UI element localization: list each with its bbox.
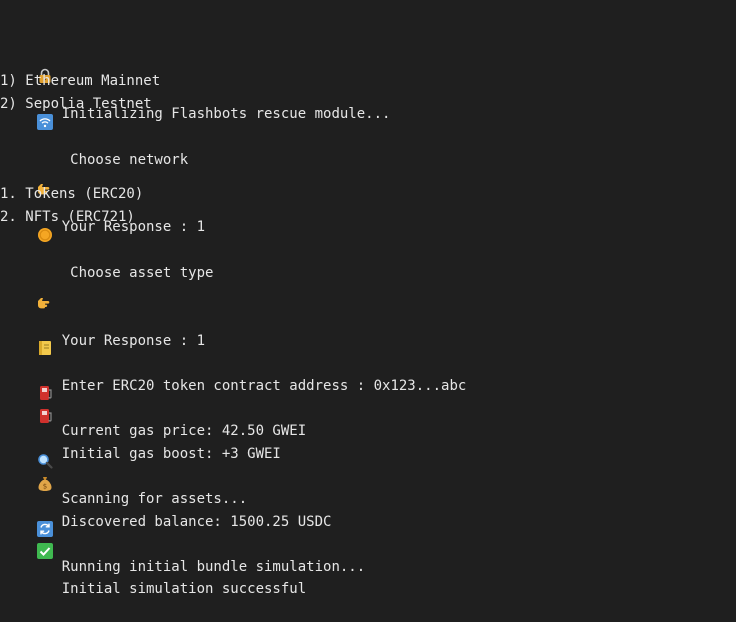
terminal-line: 1) Ethereum Mainnet bbox=[0, 70, 160, 92]
fuel-pump-icon bbox=[37, 364, 53, 423]
pointing-hand-icon bbox=[37, 251, 53, 309]
terminal-line: Initial simulation successful bbox=[0, 477, 306, 597]
terminal-line: $ Discovered balance: 1500.25 USDC bbox=[0, 410, 331, 530]
pointing-hand-icon bbox=[37, 137, 53, 195]
terminal-line: Your Response : 1 bbox=[0, 229, 205, 349]
line-text: Running initial bundle simulation... bbox=[61, 559, 366, 575]
terminal-line: Running initial bundle simulation... bbox=[0, 455, 365, 575]
money-bag-icon: $ bbox=[37, 432, 53, 491]
menu-option-sepolia-testnet: 2) Sepolia Testnet bbox=[0, 96, 152, 112]
lock-icon bbox=[37, 24, 53, 83]
menu-option-nfts: 2. NFTs (ERC721) bbox=[0, 209, 135, 225]
terminal-line: Scanning for assets... bbox=[0, 387, 247, 507]
terminal-line: Choose network bbox=[0, 48, 188, 168]
terminal-line: Your Response : 1 bbox=[0, 115, 205, 235]
terminal-line: Enter ERC20 token contract address : 0x1… bbox=[0, 274, 466, 394]
terminal-line: 2. NFTs (ERC721) bbox=[0, 206, 135, 228]
menu-option-ethereum-mainnet: 1) Ethereum Mainnet bbox=[0, 73, 161, 89]
terminal-line: Current gas price: 42.50 GWEI bbox=[0, 319, 306, 439]
terminal-line: Initial gas boost: +3 GWEI bbox=[0, 342, 281, 462]
terminal-line: 1. Tokens (ERC20) bbox=[0, 183, 143, 205]
terminal-line: 2) Sepolia Testnet bbox=[0, 93, 152, 115]
terminal-line: Initializing Flashbots rescue module... bbox=[0, 2, 390, 122]
ledger-icon bbox=[37, 296, 53, 355]
check-icon bbox=[36, 499, 53, 559]
terminal-line: Choose asset type bbox=[0, 161, 213, 281]
terminal-output: Initializing Flashbots rescue module... … bbox=[0, 0, 736, 597]
line-text: Initial simulation successful bbox=[61, 581, 307, 597]
menu-option-tokens: 1. Tokens (ERC20) bbox=[0, 186, 144, 202]
